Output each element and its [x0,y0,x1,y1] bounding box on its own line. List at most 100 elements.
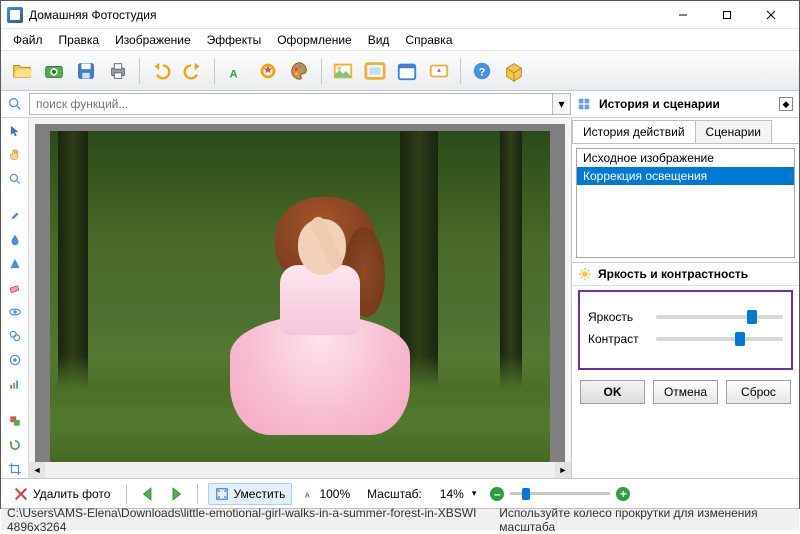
right-panel-tabs: История действий Сценарии [572,120,799,144]
main-area: ◄ ► История действий Сценарии Исходное и… [1,118,799,478]
tool-clone[interactable] [5,327,25,345]
toolbar-text-button[interactable]: A [221,56,251,86]
toolbar-print-button[interactable] [103,56,133,86]
toolbar-image-button[interactable] [328,56,358,86]
history-panel-title: История и сценарии [599,97,720,111]
search-input[interactable] [29,93,553,115]
tab-scenarios[interactable]: Сценарии [695,120,772,143]
menu-decor[interactable]: Оформление [269,30,359,50]
history-item[interactable]: Исходное изображение [577,149,794,167]
menu-edit[interactable]: Правка [51,30,108,50]
panel-collapse-button[interactable]: ◆ [779,97,793,111]
toolbar-card-button[interactable] [424,56,454,86]
window-minimize-button[interactable] [661,2,705,28]
delete-photo-label: Удалить фото [33,487,110,501]
brightness-slider[interactable] [656,315,783,319]
search-dropdown-button[interactable]: ▾ [553,93,571,115]
right-panel: История действий Сценарии Исходное изобр… [571,118,799,478]
horizontal-scrollbar[interactable]: ◄ ► [29,462,571,478]
tool-layers[interactable] [5,412,25,430]
menu-help[interactable]: Справка [397,30,460,50]
tool-drop[interactable] [5,231,25,249]
bottom-bar: Удалить фото Уместить A 100% Масштаб: 14… [1,478,799,508]
scroll-left-button[interactable]: ◄ [29,462,45,478]
scroll-right-button[interactable]: ► [555,462,571,478]
brightness-icon [578,267,592,281]
toolbar-save-button[interactable] [71,56,101,86]
ok-button[interactable]: OK [580,380,645,404]
main-toolbar: A ? [1,51,799,91]
prev-photo-button[interactable] [137,483,159,505]
status-hint: Используйте колесо прокрутки для изменен… [499,506,793,534]
tool-brush[interactable] [5,207,25,225]
app-title: Домашняя Фотостудия [29,8,156,22]
toolbar-stamp-button[interactable] [253,56,283,86]
svg-text:?: ? [479,66,486,78]
zoom-100-button[interactable]: A 100% [298,479,355,509]
toolbar-separator [460,58,461,84]
zoom-100-icon: A [303,487,317,501]
history-list[interactable]: Исходное изображение Коррекция освещения [576,148,795,258]
tool-hand[interactable] [5,146,25,164]
toolbar-camera-button[interactable] [39,56,69,86]
zoom-out-button[interactable]: – [490,487,504,501]
tool-eraser[interactable] [5,279,25,297]
tool-shape[interactable] [5,255,25,273]
menu-image[interactable]: Изображение [107,30,199,50]
toolbar-separator [214,58,215,84]
separator [197,484,198,504]
fit-icon [215,487,229,501]
contrast-slider[interactable] [656,337,783,341]
toolbar-separator [139,58,140,84]
tab-history[interactable]: История действий [572,120,696,143]
history-panel-icon [577,97,591,111]
tool-target[interactable] [5,351,25,369]
window-close-button[interactable] [749,2,793,28]
tool-zoom[interactable] [5,170,25,188]
search-icon [1,96,29,112]
fit-button[interactable]: Уместить [208,483,292,505]
tool-levels[interactable] [5,375,25,393]
delete-photo-button[interactable]: Удалить фото [7,483,116,505]
toolbar-open-button[interactable] [7,56,37,86]
next-photo-button[interactable] [165,483,187,505]
cancel-button[interactable]: Отмена [653,380,718,404]
history-item[interactable]: Коррекция освещения [577,167,794,185]
separator [126,484,127,504]
tool-crop[interactable] [5,460,25,478]
adjust-button-row: OK Отмена Сброс [572,374,799,410]
menu-bar: Файл Правка Изображение Эффекты Оформлен… [1,29,799,51]
zoom-slider[interactable] [510,492,610,495]
delete-icon [13,486,29,502]
toolbar-frame-button[interactable] [360,56,390,86]
toolbar-help-button[interactable]: ? [467,56,497,86]
brightness-section-title: Яркость и контрастность [598,267,748,281]
photo-preview [50,131,550,465]
brightness-label: Яркость [588,310,648,324]
zoom-in-button[interactable]: + [616,487,630,501]
toolbar-calendar-button[interactable] [392,56,422,86]
reset-button[interactable]: Сброс [726,380,791,404]
status-bar: C:\Users\AMS-Elena\Downloads\little-emot… [1,508,799,530]
scale-label: Масштаб: [367,487,422,501]
menu-view[interactable]: Вид [360,30,398,50]
title-bar: Домашняя Фотостудия [1,1,799,29]
toolbar-undo-button[interactable] [146,56,176,86]
zoom-slider-group: – + [490,487,630,501]
toolbar-redo-button[interactable] [178,56,208,86]
menu-effects[interactable]: Эффекты [199,30,270,50]
app-icon [7,7,23,23]
toolbar-box-button[interactable] [499,56,529,86]
tool-pointer[interactable] [5,122,25,140]
canvas-area: ◄ ► [29,118,571,478]
scale-dropdown-icon[interactable]: ▾ [472,488,477,499]
tool-rotate[interactable] [5,436,25,454]
left-tool-strip [1,118,29,478]
toolbar-palette-button[interactable] [285,56,315,86]
status-path: C:\Users\AMS-Elena\Downloads\little-emot… [7,506,499,534]
menu-file[interactable]: Файл [5,30,51,50]
svg-text:A: A [305,492,310,499]
window-maximize-button[interactable] [705,2,749,28]
canvas[interactable] [35,124,565,472]
tool-eye[interactable] [5,303,25,321]
